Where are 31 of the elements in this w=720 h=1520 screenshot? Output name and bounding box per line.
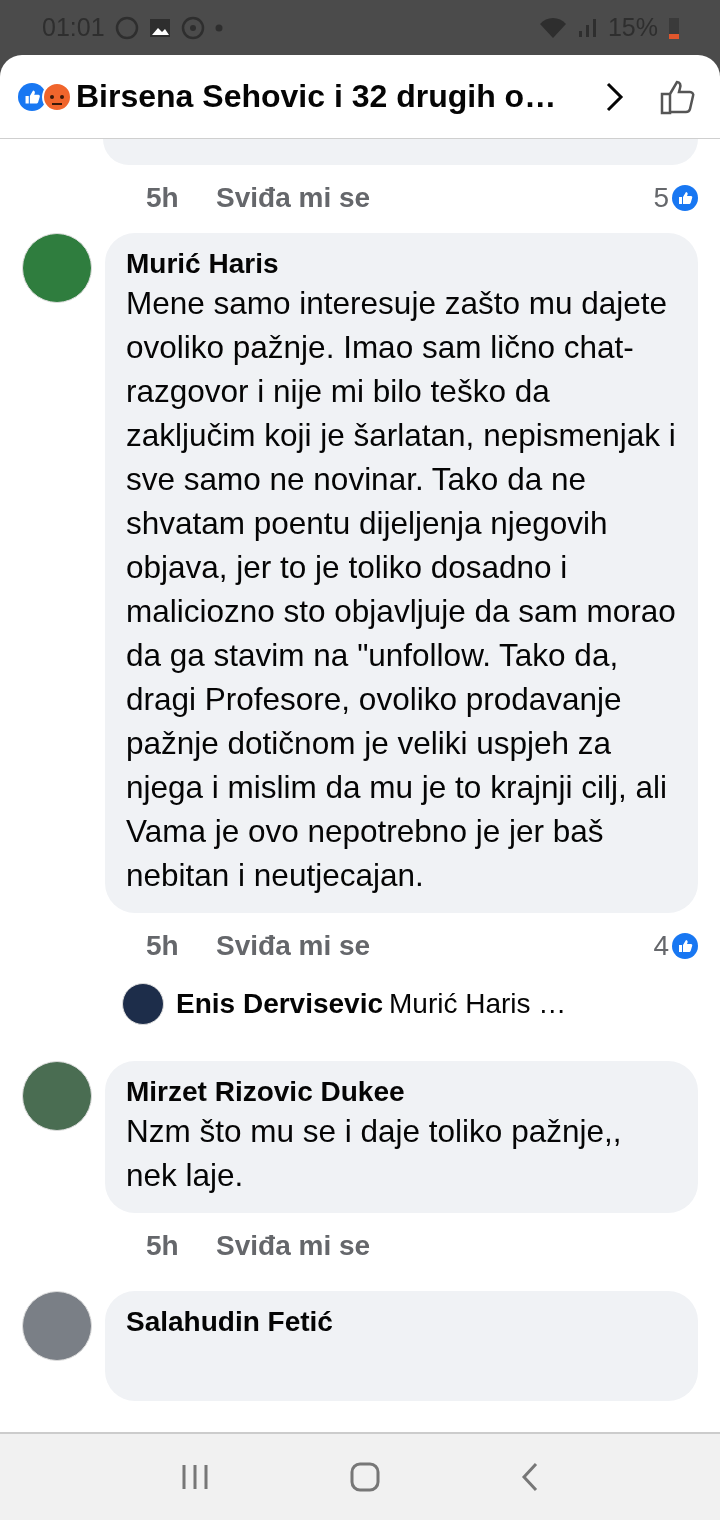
home-icon[interactable] (350, 1462, 380, 1492)
reply-author[interactable]: Enis Dervisevic (176, 988, 384, 1020)
dot-icon (214, 23, 223, 32)
like-link[interactable]: Sviđa mi se (216, 930, 371, 962)
comment-text: Nzm što mu se i daje toliko pažnje,, nek laje. (126, 1112, 623, 1195)
like-reaction-icon (672, 185, 698, 211)
like-count: 5 (653, 182, 669, 214)
recent-apps-icon[interactable] (180, 1464, 209, 1490)
comment-time: 5h (145, 182, 180, 214)
back-icon[interactable] (521, 1462, 540, 1492)
comment-time: 5h (145, 930, 180, 962)
like-link[interactable]: Sviđa mi se (216, 182, 371, 214)
thumbs-up-icon[interactable] (660, 78, 696, 115)
wifi-icon (537, 15, 568, 40)
sync-icon (180, 15, 205, 40)
reply-avatar[interactable] (122, 983, 164, 1025)
angry-reaction-icon (42, 81, 72, 112)
reply-preview[interactable]: Murić Haris … (389, 988, 567, 1020)
image-icon (148, 17, 171, 38)
signal-icon (577, 17, 598, 38)
like-link[interactable]: Sviđa mi se (216, 1230, 371, 1262)
comment-text: Mene samo interesuje zašto mu dajete ovoliko pažnje. Imao sam lično chat-razgovor i nije mi bilo teško da zaključim koji je šarlatan, nepismenjak i sve samo ne novinar. Tako da ne shvatam poentu dijeljenja njegovih objava, jer to je toliko dosadno i maliciozno sto objavljuje da sam morao da ga stavim na "unfollow. Tako da, dragi Profesore, ovoliko prodavanje pažnje dotičnom je veliki uspjeh za njega i mislim da mu je to krajnji cilj, ali Vama je ovo nepotrebno je jer baš nebitan i neutjecajan. (126, 284, 677, 895)
like-reaction-icon (18, 82, 46, 111)
author-name[interactable]: Mirzet Rizovic Dukee (126, 1075, 677, 1109)
author-name[interactable]: Salahudin Fetić (126, 1305, 677, 1339)
like-reaction-icon (672, 933, 698, 959)
reactions-title[interactable]: Birsena Sehovic i 32 drugih o… (76, 78, 604, 115)
like-count: 4 (653, 930, 669, 962)
author-name[interactable]: Murić Haris (126, 247, 677, 281)
chevron-right-icon[interactable] (604, 80, 624, 113)
comment-time: 5h (145, 1230, 180, 1262)
